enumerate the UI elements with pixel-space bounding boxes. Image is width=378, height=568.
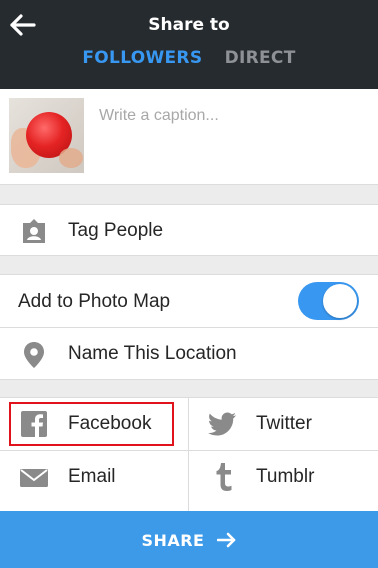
page-title: Share to: [148, 15, 230, 35]
photo-map-toggle[interactable]: [298, 282, 359, 320]
location-row[interactable]: Name This Location: [0, 328, 378, 380]
share-button-row: SHARE: [0, 531, 378, 550]
twitter-label: Twitter: [256, 413, 312, 434]
share-tumblr[interactable]: Tumblr: [189, 451, 378, 503]
photo-thumbnail: [9, 98, 84, 173]
share-twitter[interactable]: Twitter: [189, 398, 378, 450]
tag-people-label: Tag People: [68, 220, 164, 241]
email-label: Email: [68, 466, 116, 487]
twitter-icon: [208, 412, 236, 436]
mail-icon: [20, 469, 48, 487]
tab-direct[interactable]: DIRECT: [217, 48, 304, 68]
share-button-label: SHARE: [141, 531, 205, 550]
top-bar: Share to FOLLOWERS DIRECT: [0, 0, 378, 89]
photo-map-label: Add to Photo Map: [18, 291, 171, 312]
location-pin-icon: [24, 342, 44, 368]
thumbnail-fingers: [59, 148, 83, 168]
caption-input[interactable]: [99, 104, 369, 128]
location-label: Name This Location: [68, 343, 237, 364]
tab-followers[interactable]: FOLLOWERS: [74, 48, 210, 68]
tumblr-label: Tumblr: [256, 466, 315, 487]
tag-people-row[interactable]: Tag People: [0, 204, 378, 256]
share-button[interactable]: SHARE: [0, 511, 378, 568]
tumblr-icon: [216, 463, 232, 491]
tag-person-icon: [23, 219, 45, 243]
facebook-highlight-box: [9, 402, 174, 446]
share-email[interactable]: Email: [0, 451, 188, 503]
share-tabs: FOLLOWERS DIRECT: [0, 48, 378, 68]
toggle-knob: [323, 284, 357, 318]
arrow-right-icon: [216, 532, 235, 548]
